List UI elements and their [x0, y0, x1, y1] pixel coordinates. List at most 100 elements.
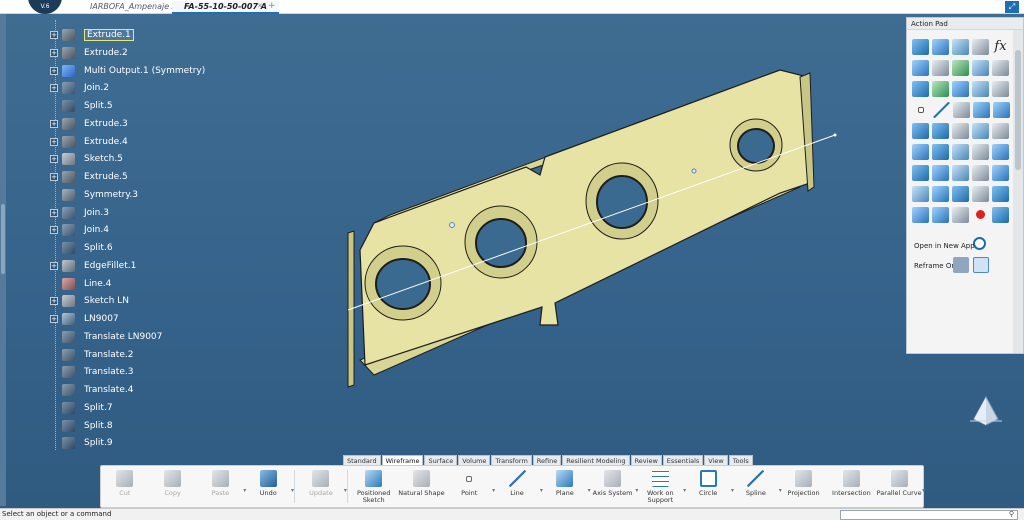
action-pad-tool-icon[interactable]	[932, 59, 949, 76]
tree-node[interactable]: + Sketch LN	[48, 293, 129, 309]
natural-shape-button[interactable]: Natural Shape	[398, 466, 446, 507]
action-pad-tool-icon[interactable]	[932, 206, 949, 223]
action-pad-tool-icon[interactable]	[972, 185, 989, 202]
command-search-input[interactable]: ⚲	[840, 510, 1018, 520]
plane-button[interactable]: Plane ▾	[541, 466, 591, 507]
expand-icon[interactable]: +	[50, 315, 58, 323]
expand-icon[interactable]: +	[50, 31, 58, 39]
action-pad-tool-icon[interactable]	[912, 143, 929, 160]
expand-icon[interactable]: +	[50, 48, 58, 57]
update-button[interactable]: Update ▾	[297, 466, 347, 507]
dropdown-arrow-icon[interactable]: ▾	[291, 487, 294, 494]
tree-node[interactable]: + Multi Output.1 (Symmetry)	[48, 63, 205, 79]
reframe-view-icon[interactable]	[973, 257, 989, 273]
line-button[interactable]: Line ▾	[493, 466, 543, 507]
action-pad-tool-icon[interactable]	[932, 80, 949, 97]
action-pad-tool-icon[interactable]	[992, 143, 1009, 160]
action-pad-scrollbar[interactable]	[1013, 30, 1023, 353]
action-pad-tool-icon[interactable]	[952, 206, 969, 223]
action-pad-tool-icon[interactable]	[932, 122, 949, 139]
action-pad-tool-icon[interactable]	[952, 185, 969, 202]
expand-icon[interactable]: +	[50, 119, 58, 128]
tree-node[interactable]: + Extrude.5	[48, 169, 128, 185]
action-pad-tool-icon[interactable]	[972, 80, 989, 97]
line-icon[interactable]	[933, 101, 950, 118]
action-pad-tool-icon[interactable]	[992, 206, 1009, 223]
expand-icon[interactable]: +	[50, 261, 58, 270]
tree-node[interactable]: Translate LN9007	[48, 329, 162, 345]
work-on-support-button[interactable]: Work on Support ▾	[636, 466, 686, 507]
expand-icon[interactable]: +	[50, 66, 58, 75]
spline-button[interactable]: Spline ▾	[732, 466, 782, 507]
tree-node[interactable]: + Extrude.1	[48, 27, 134, 43]
tree-node[interactable]: + Extrude.2	[48, 45, 128, 61]
action-pad-tool-icon[interactable]	[973, 101, 990, 118]
action-pad-tool-icon[interactable]	[912, 164, 929, 181]
action-pad-panel[interactable]: Action Pad fx Open in New App Reframe On	[906, 17, 1024, 354]
tree-node[interactable]: + Sketch.5	[48, 151, 123, 167]
action-pad-tool-icon[interactable]	[972, 38, 989, 55]
compass-icon[interactable]	[968, 395, 1004, 429]
tree-node[interactable]: Symmetry.3	[48, 187, 138, 203]
tree-node[interactable]: Translate.2	[48, 347, 133, 363]
action-pad-tool-icon[interactable]	[912, 38, 929, 55]
3d-part-view[interactable]	[330, 55, 850, 400]
expand-icon[interactable]: +	[50, 208, 58, 217]
action-pad-tool-icon[interactable]	[932, 185, 949, 202]
action-pad-tool-icon[interactable]	[912, 59, 929, 76]
tree-node[interactable]: + Join.3	[48, 205, 109, 221]
action-pad-tool-icon[interactable]	[932, 143, 949, 160]
action-pad-tool-icon[interactable]	[912, 122, 929, 139]
action-pad-tool-icon[interactable]	[952, 80, 969, 97]
close-tab-icon[interactable]: ✕	[257, 2, 263, 10]
tree-node[interactable]: + Extrude.3	[48, 116, 128, 132]
expand-icon[interactable]: +	[50, 173, 58, 181]
tree-node[interactable]: + Extrude.4	[48, 134, 128, 150]
undo-button[interactable]: Undo ▾	[244, 466, 294, 507]
action-pad-tool-icon[interactable]	[952, 143, 969, 160]
action-pad-tool-icon[interactable]	[992, 122, 1009, 139]
action-pad-tool-icon[interactable]	[953, 101, 970, 118]
tree-node[interactable]: + Join.2	[48, 80, 109, 96]
projection-button[interactable]: Projection	[780, 466, 828, 507]
action-pad-tool-icon[interactable]	[912, 80, 929, 97]
app-logo[interactable]: V.6	[28, 0, 62, 14]
cut-button[interactable]: Cut	[101, 466, 149, 507]
action-pad-tool-icon[interactable]	[952, 38, 969, 55]
reframe-tree-icon[interactable]	[953, 257, 969, 273]
action-pad-tool-icon[interactable]	[972, 143, 989, 160]
tab-document-2[interactable]: FA-55-10-50-007 A	[172, 1, 279, 14]
add-tab-button[interactable]: +	[268, 1, 276, 11]
action-pad-tool-icon[interactable]	[952, 59, 969, 76]
tree-node[interactable]: Split.7	[48, 400, 113, 416]
scrollbar-thumb[interactable]	[1015, 50, 1021, 170]
action-pad-tool-icon[interactable]	[952, 164, 969, 181]
paste-button[interactable]: Paste ▾	[197, 466, 246, 507]
action-pad-tool-icon[interactable]	[992, 185, 1009, 202]
action-pad-tool-icon[interactable]	[972, 59, 989, 76]
copy-button[interactable]: Copy	[149, 466, 197, 507]
action-pad-tool-icon[interactable]	[912, 185, 929, 202]
intersection-button[interactable]: Intersection	[827, 466, 875, 507]
point-icon[interactable]	[918, 106, 924, 113]
left-scrollbar[interactable]	[0, 14, 6, 506]
expand-icon[interactable]: +	[50, 226, 58, 235]
window-resize-icon[interactable]: ⤢	[1005, 1, 1019, 13]
expand-icon[interactable]: +	[50, 84, 58, 93]
axis-system-button[interactable]: Axis System ▾	[589, 466, 638, 507]
tree-node[interactable]: Split.9	[48, 435, 113, 451]
tree-node[interactable]: Split.5	[48, 98, 113, 114]
tree-node[interactable]: Split.6	[48, 240, 113, 256]
tree-node[interactable]: + EdgeFillet.1	[48, 258, 136, 274]
action-pad-tool-icon[interactable]	[992, 164, 1009, 181]
formula-fx-icon[interactable]: fx	[992, 39, 1009, 55]
action-pad-tool-icon[interactable]	[912, 206, 929, 223]
tree-node[interactable]: Translate.4	[48, 382, 133, 398]
action-pad-tool-icon[interactable]	[932, 164, 949, 181]
point-button[interactable]: Point ▾	[445, 466, 495, 507]
dropdown-arrow-icon[interactable]: ▾	[344, 487, 347, 494]
tree-node[interactable]: + LN9007	[48, 311, 119, 327]
parallel-curve-button[interactable]: Parallel Curve ▾	[875, 466, 925, 507]
expand-icon[interactable]: +	[50, 155, 58, 164]
action-pad-tool-icon[interactable]	[952, 122, 969, 139]
